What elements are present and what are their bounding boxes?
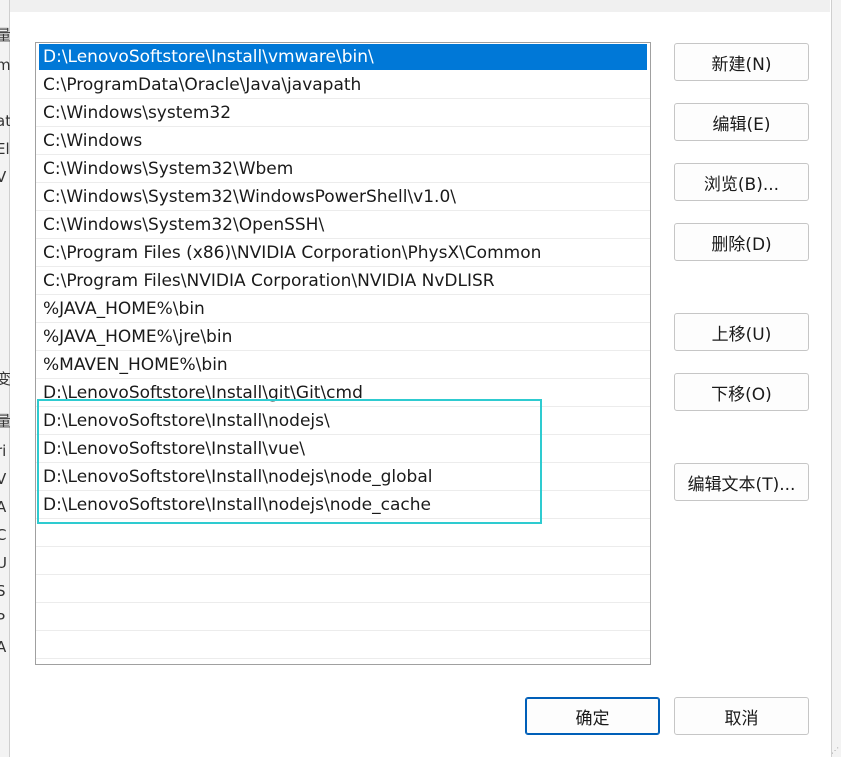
background-text: ri [0, 442, 7, 460]
background-text: V [0, 470, 7, 488]
path-list-item[interactable]: D:\LenovoSoftstore\Install\vmware\bin\ [39, 44, 647, 70]
empty-list-row[interactable] [36, 519, 650, 547]
path-list-item[interactable]: D:\LenovoSoftstore\Install\nodejs\ [36, 407, 650, 435]
background-text: C [0, 526, 7, 544]
delete-button[interactable]: 删除(D) [674, 223, 809, 261]
path-list-item[interactable]: %JAVA_HOME%\bin [36, 295, 650, 323]
browse-button[interactable]: 浏览(B)... [674, 163, 809, 201]
path-list-item-text: C:\Windows [43, 131, 143, 151]
path-list-item-text: C:\ProgramData\Oracle\Java\javapath [43, 75, 362, 95]
empty-list-row[interactable] [36, 631, 650, 659]
path-list-item-text: D:\LenovoSoftstore\Install\vue\ [43, 439, 306, 459]
empty-list-row[interactable] [36, 575, 650, 603]
path-list-item[interactable]: C:\ProgramData\Oracle\Java\javapath [36, 71, 650, 99]
path-list-item-text: C:\Program Files\NVIDIA Corporation\NVID… [43, 271, 495, 291]
path-list-item[interactable]: D:\LenovoSoftstore\Install\git\Git\cmd [36, 379, 650, 407]
background-window-right: ⋰ [831, 0, 841, 757]
path-list-item-text: D:\LenovoSoftstore\Install\nodejs\ [43, 411, 330, 431]
path-list-item-text: C:\Windows\System32\Wbem [43, 159, 294, 179]
path-list-item[interactable]: %JAVA_HOME%\jre\bin [36, 323, 650, 351]
empty-list-row[interactable] [36, 603, 650, 631]
path-list-item-text: C:\Windows\System32\WindowsPowerShell\v1… [43, 187, 456, 207]
screen: 量 m at El V 变 量 ri V A C U S P A ⋰ D:\Le… [0, 0, 841, 757]
path-list-item-text: C:\Windows\system32 [43, 103, 232, 123]
path-list-item-text: C:\Windows\System32\OpenSSH\ [43, 215, 325, 235]
ok-button[interactable]: 确定 [525, 697, 660, 735]
path-list-item-text: %MAVEN_HOME%\bin [43, 355, 228, 375]
edit-environment-variable-dialog: D:\LenovoSoftstore\Install\vmware\bin\ C:… [10, 0, 830, 757]
path-list-item[interactable]: C:\Program Files (x86)\NVIDIA Corporatio… [36, 239, 650, 267]
background-text: V [0, 168, 7, 186]
path-list[interactable]: D:\LenovoSoftstore\Install\vmware\bin\ C:… [35, 42, 651, 665]
path-list-item-text: C:\Program Files (x86)\NVIDIA Corporatio… [43, 243, 542, 263]
path-list-item[interactable]: C:\Windows [36, 127, 650, 155]
background-window-left: 量 m at El V 变 量 ri V A C U S P A [0, 0, 11, 757]
background-text: El [0, 140, 10, 158]
path-list-item[interactable]: D:\LenovoSoftstore\Install\nodejs\node_c… [36, 491, 650, 519]
dialog-title-bar [10, 0, 830, 12]
background-text: P [0, 610, 6, 628]
empty-list-row[interactable] [36, 547, 650, 575]
path-list-item[interactable]: C:\Program Files\NVIDIA Corporation\NVID… [36, 267, 650, 295]
move-down-button[interactable]: 下移(O) [674, 373, 809, 411]
move-up-button[interactable]: 上移(U) [674, 313, 809, 351]
edit-text-button[interactable]: 编辑文本(T)... [674, 463, 809, 501]
path-list-item-text: %JAVA_HOME%\jre\bin [43, 327, 233, 347]
path-list-item[interactable]: C:\Windows\System32\Wbem [36, 155, 650, 183]
path-list-item[interactable]: C:\Windows\system32 [36, 99, 650, 127]
new-button[interactable]: 新建(N) [674, 43, 809, 81]
background-text: S [0, 582, 6, 600]
path-list-item[interactable]: D:\LenovoSoftstore\Install\nodejs\node_g… [36, 463, 650, 491]
path-list-item[interactable]: %MAVEN_HOME%\bin [36, 351, 650, 379]
path-list-item-text: D:\LenovoSoftstore\Install\git\Git\cmd [43, 383, 363, 403]
path-list-item[interactable]: C:\Windows\System32\OpenSSH\ [36, 211, 650, 239]
cancel-button[interactable]: 取消 [674, 697, 809, 735]
path-list-item-text: D:\LenovoSoftstore\Install\vmware\bin\ [43, 47, 374, 67]
path-list-item-text: D:\LenovoSoftstore\Install\nodejs\node_c… [43, 495, 431, 515]
path-list-item[interactable]: C:\Windows\System32\WindowsPowerShell\v1… [36, 183, 650, 211]
resize-grip-icon[interactable]: ⋰ [831, 747, 839, 755]
background-text: U [0, 554, 7, 572]
path-list-item-text: D:\LenovoSoftstore\Install\nodejs\node_g… [43, 467, 433, 487]
path-list-item-text: %JAVA_HOME%\bin [43, 299, 205, 319]
background-text: A [0, 498, 7, 516]
background-text: A [0, 638, 7, 656]
path-list-item[interactable]: D:\LenovoSoftstore\Install\vue\ [36, 435, 650, 463]
edit-button[interactable]: 编辑(E) [674, 103, 809, 141]
